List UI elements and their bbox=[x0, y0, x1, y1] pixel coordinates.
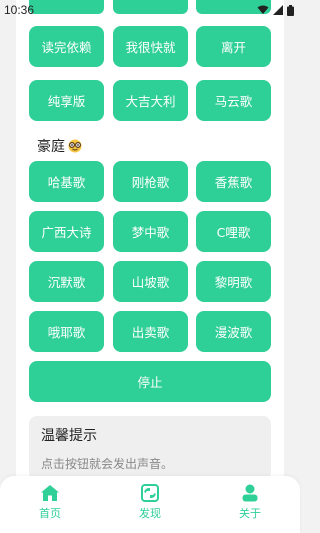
section-title: 豪庭 bbox=[37, 136, 83, 156]
nav-discover[interactable]: 发现 bbox=[110, 476, 190, 521]
section-title-text: 豪庭 bbox=[37, 139, 65, 155]
bottom-nav: 首页 发现 关于 bbox=[0, 476, 300, 533]
sound-button[interactable]: 刚枪歌 bbox=[113, 161, 188, 202]
sound-button[interactable]: 大吉大利 bbox=[113, 80, 188, 121]
sound-button[interactable]: 离开 bbox=[196, 26, 271, 67]
nav-discover-label: 发现 bbox=[139, 507, 161, 520]
sound-button[interactable]: 香蕉歌 bbox=[196, 161, 271, 202]
wifi-icon bbox=[257, 5, 269, 14]
sound-button[interactable]: 漫波歌 bbox=[196, 311, 271, 352]
nav-about[interactable]: 关于 bbox=[210, 476, 290, 521]
status-time: 10:36 bbox=[4, 3, 35, 17]
nerd-face-icon bbox=[67, 139, 83, 153]
sound-button[interactable]: C哩歌 bbox=[196, 211, 271, 252]
stop-button[interactable]: 停止 bbox=[29, 361, 271, 402]
sound-button[interactable]: 马云歌 bbox=[196, 80, 271, 121]
sound-button[interactable]: 广西大诗 bbox=[29, 211, 104, 252]
sound-button[interactable]: 纯享版 bbox=[29, 80, 104, 121]
battery-icon bbox=[287, 4, 294, 16]
tip-title: 温馨提示 bbox=[41, 428, 97, 444]
status-icons bbox=[257, 4, 294, 16]
nav-about-label: 关于 bbox=[239, 507, 261, 520]
sound-button[interactable]: 山坡歌 bbox=[113, 261, 188, 302]
sound-button[interactable]: 哈基歌 bbox=[29, 161, 104, 202]
sound-button[interactable]: 哦耶歌 bbox=[29, 311, 104, 352]
home-icon bbox=[41, 485, 59, 501]
sound-button[interactable]: 梦中歌 bbox=[113, 211, 188, 252]
tip-box: 温馨提示 点击按钮就会发出声音。 bbox=[29, 416, 271, 480]
sound-button[interactable]: 读完依赖 bbox=[29, 26, 104, 67]
signal-icon bbox=[273, 5, 283, 15]
nav-home[interactable]: 首页 bbox=[10, 476, 90, 521]
sound-button[interactable]: 出卖歌 bbox=[113, 311, 188, 352]
nav-home-label: 首页 bbox=[39, 507, 61, 520]
tip-text: 点击按钮就会发出声音。 bbox=[41, 457, 174, 471]
status-bar: 10:36 bbox=[0, 0, 300, 20]
sound-button[interactable]: 黎明歌 bbox=[196, 261, 271, 302]
discover-icon bbox=[141, 484, 159, 502]
user-icon bbox=[242, 484, 258, 502]
sound-button[interactable]: 沉默歌 bbox=[29, 261, 104, 302]
sound-button[interactable]: 我很快就 bbox=[113, 26, 188, 67]
